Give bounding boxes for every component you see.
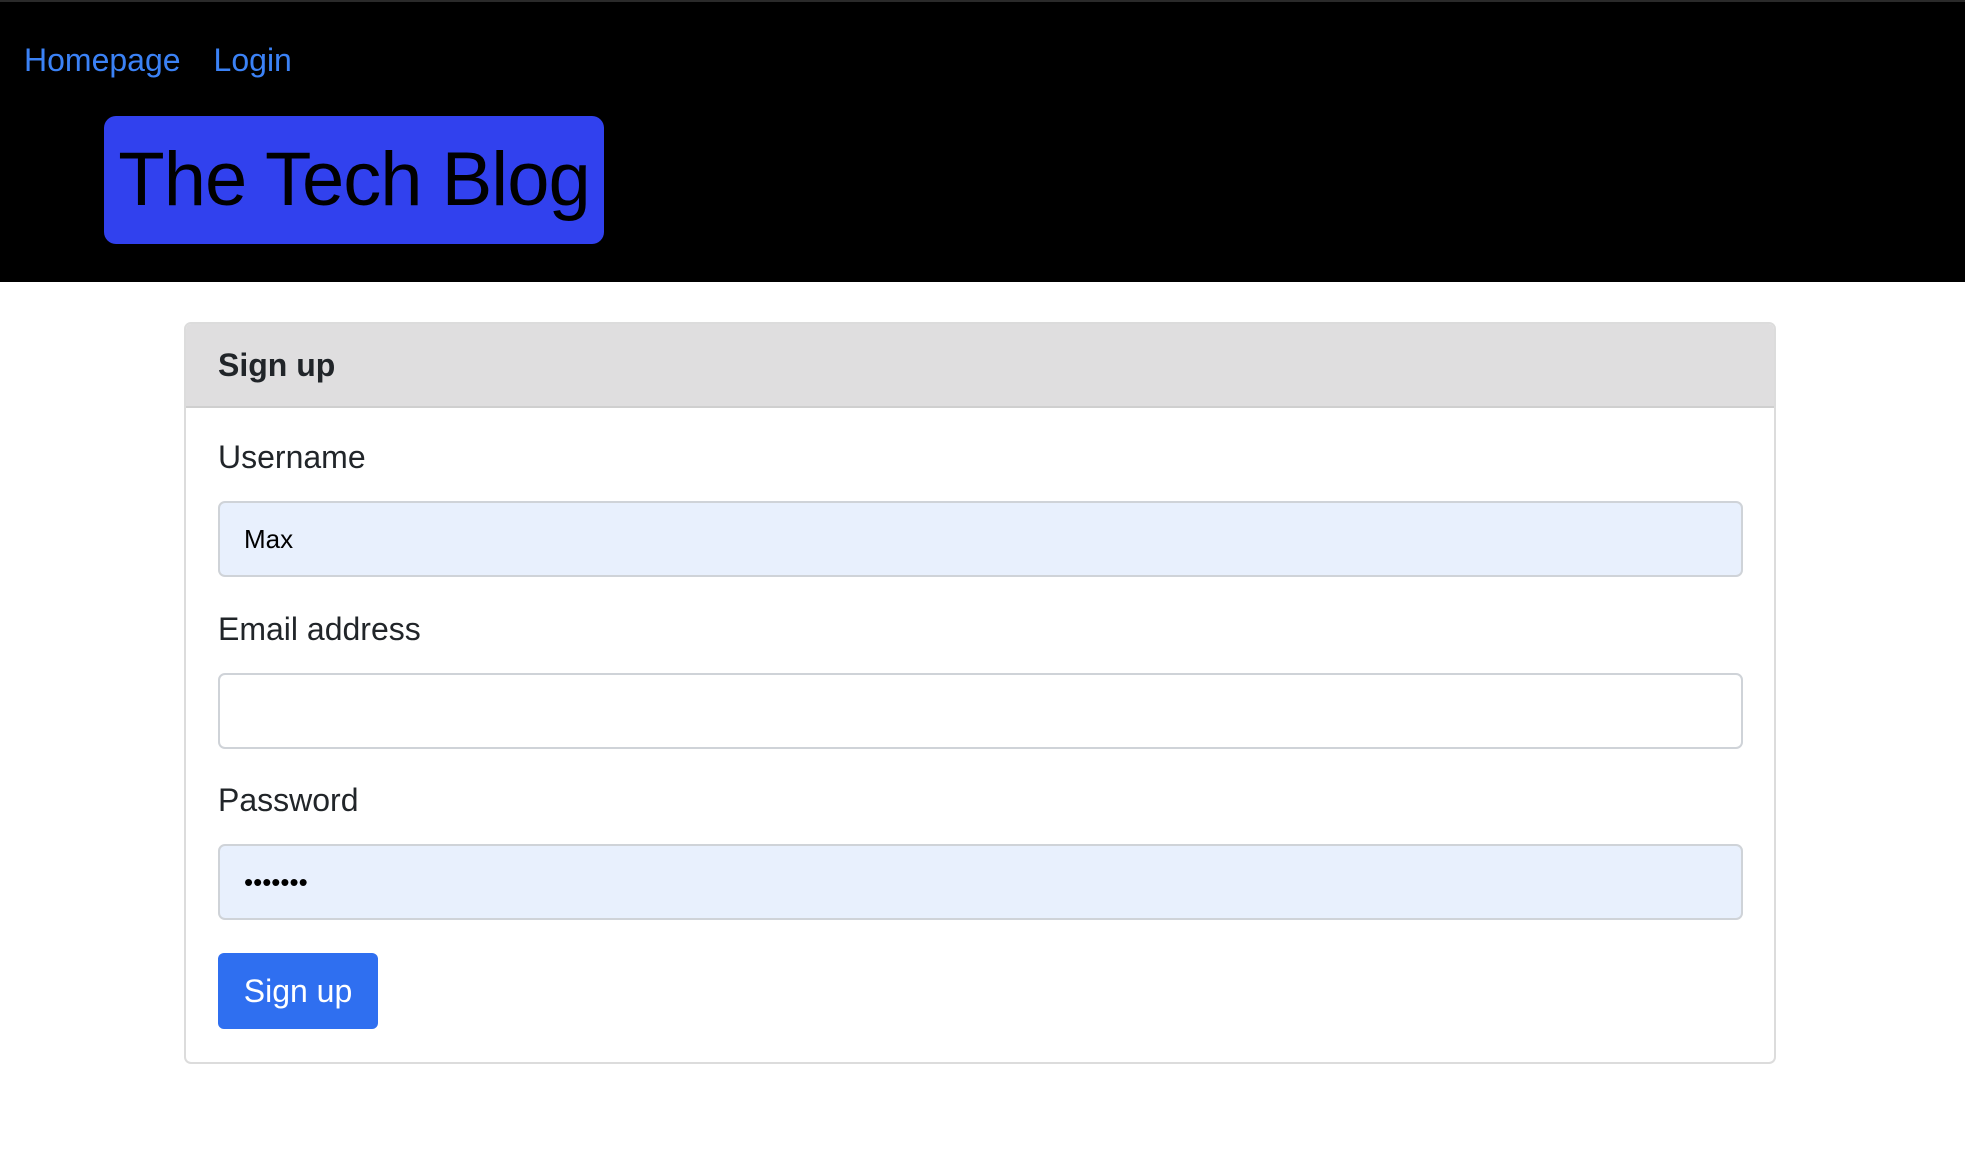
username-label: Username	[218, 439, 366, 475]
email-input[interactable]	[218, 673, 1743, 749]
top-nav: Homepage Login	[24, 38, 292, 82]
signup-card-header: Sign up	[186, 324, 1774, 408]
signup-submit-button[interactable]: Sign up	[218, 953, 378, 1029]
brand-badge: The Tech Blog	[104, 116, 604, 244]
password-label: Password	[218, 782, 359, 818]
password-input[interactable]	[218, 844, 1743, 920]
signup-card-title: Sign up	[218, 347, 336, 383]
site-title: The Tech Blog	[118, 137, 590, 222]
site-header: Homepage Login The Tech Blog	[0, 0, 1965, 282]
email-label: Email address	[218, 611, 421, 647]
nav-link-homepage[interactable]: Homepage	[24, 38, 181, 82]
nav-link-login[interactable]: Login	[214, 38, 292, 82]
username-input[interactable]	[218, 501, 1743, 577]
signup-card: Sign up Username Email address Password …	[184, 322, 1776, 1064]
